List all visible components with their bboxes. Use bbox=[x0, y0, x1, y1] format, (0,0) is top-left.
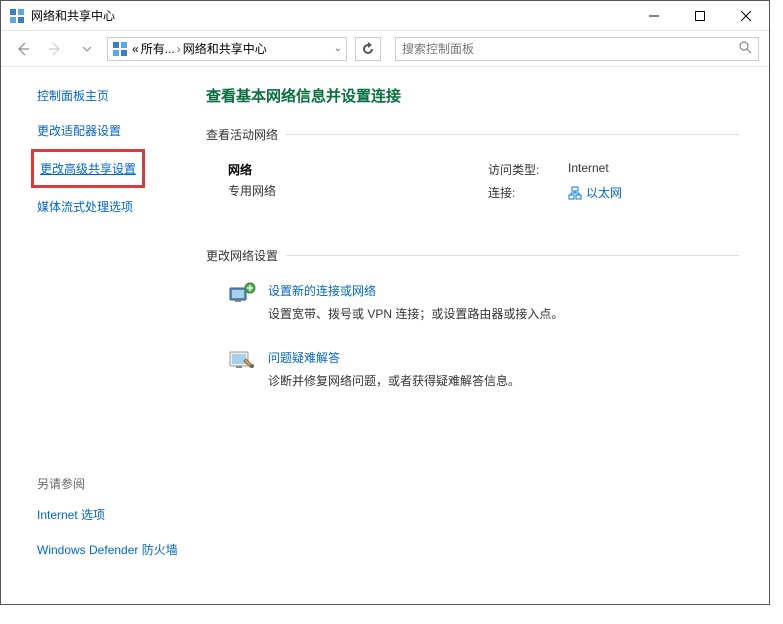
main: 查看基本网络信息并设置连接 查看活动网络 网络 专用网络 访问类型: Inter… bbox=[196, 67, 769, 604]
address-icon bbox=[112, 41, 128, 57]
window-controls bbox=[631, 1, 769, 31]
setup-connection-desc: 设置宽带、拨号或 VPN 连接；或设置路由器或接入点。 bbox=[268, 305, 563, 323]
refresh-button[interactable] bbox=[355, 37, 381, 61]
setup-connection-link[interactable]: 设置新的连接或网络 bbox=[268, 282, 563, 299]
troubleshoot-link[interactable]: 问题疑难解答 bbox=[268, 349, 520, 366]
sidebar-bottom: 另请参阅 Internet 选项 Windows Defender 防火墙 bbox=[1, 475, 196, 594]
setup-connection-item: 设置新的连接或网络 设置宽带、拨号或 VPN 连接；或设置路由器或接入点。 bbox=[206, 282, 739, 323]
connection-value: 以太网 bbox=[586, 184, 622, 201]
change-settings-title: 更改网络设置 bbox=[206, 247, 278, 264]
network-details: 访问类型: Internet 连接: bbox=[488, 161, 622, 207]
page-title: 查看基本网络信息并设置连接 bbox=[206, 85, 739, 106]
sidebar-sharing-link[interactable]: 更改高级共享设置 bbox=[40, 160, 136, 177]
divider bbox=[286, 134, 739, 135]
toolbar: « 所有... › 网络和共享中心 ⌄ bbox=[1, 31, 769, 67]
network-name: 网络 bbox=[228, 161, 488, 178]
network-type: 专用网络 bbox=[228, 182, 488, 199]
back-button[interactable] bbox=[11, 37, 35, 61]
sidebar-top: 控制面板主页 更改适配器设置 更改高级共享设置 媒体流式处理选项 bbox=[1, 87, 196, 475]
chevron-right-icon: › bbox=[177, 42, 181, 56]
content: 控制面板主页 更改适配器设置 更改高级共享设置 媒体流式处理选项 另请参阅 In… bbox=[1, 67, 769, 604]
back-icon bbox=[15, 41, 31, 57]
search-input[interactable] bbox=[402, 42, 735, 56]
sidebar-adapter-link[interactable]: 更改适配器设置 bbox=[37, 122, 184, 139]
search-box[interactable] bbox=[395, 37, 759, 61]
sidebar-home-link[interactable]: 控制面板主页 bbox=[37, 87, 184, 104]
active-networks-title: 查看活动网络 bbox=[206, 126, 278, 143]
forward-icon bbox=[47, 41, 63, 57]
active-networks-header: 查看活动网络 bbox=[206, 126, 739, 143]
ethernet-icon bbox=[568, 186, 582, 200]
network-row: 网络 专用网络 访问类型: Internet 连接: bbox=[206, 161, 739, 207]
access-label: 访问类型: bbox=[488, 161, 548, 178]
sidebar: 控制面板主页 更改适配器设置 更改高级共享设置 媒体流式处理选项 另请参阅 In… bbox=[1, 67, 196, 604]
window-title: 网络和共享中心 bbox=[31, 7, 631, 24]
firewall-link[interactable]: Windows Defender 防火墙 bbox=[37, 541, 184, 558]
app-icon bbox=[9, 8, 25, 24]
search-icon[interactable] bbox=[739, 41, 752, 57]
see-also-title: 另请参阅 bbox=[37, 475, 184, 492]
network-identity: 网络 专用网络 bbox=[228, 161, 488, 207]
troubleshoot-desc: 诊断并修复网络问题，或者获得疑难解答信息。 bbox=[268, 372, 520, 390]
maximize-icon bbox=[695, 11, 705, 21]
troubleshoot-item: 问题疑难解答 诊断并修复网络问题，或者获得疑难解答信息。 bbox=[206, 349, 739, 390]
maximize-button[interactable] bbox=[677, 1, 723, 31]
titlebar: 网络和共享中心 bbox=[1, 1, 769, 31]
internet-options-link[interactable]: Internet 选项 bbox=[37, 506, 184, 523]
divider bbox=[286, 255, 739, 256]
window: 网络和共享中心 « bbox=[0, 0, 770, 605]
highlight-box: 更改高级共享设置 bbox=[31, 149, 145, 188]
change-settings-header: 更改网络设置 bbox=[206, 247, 739, 264]
forward-button[interactable] bbox=[43, 37, 67, 61]
address-dropdown-icon[interactable]: ⌄ bbox=[334, 43, 342, 54]
breadcrumb-part[interactable]: 网络和共享中心 bbox=[183, 40, 267, 57]
breadcrumb-prefix: « bbox=[132, 42, 139, 56]
refresh-icon bbox=[361, 42, 375, 56]
recent-button[interactable] bbox=[75, 37, 99, 61]
sidebar-media-link[interactable]: 媒体流式处理选项 bbox=[37, 198, 184, 215]
address-bar[interactable]: « 所有... › 网络和共享中心 ⌄ bbox=[107, 37, 347, 61]
minimize-icon bbox=[649, 11, 659, 21]
breadcrumb: « 所有... › 网络和共享中心 bbox=[132, 40, 267, 57]
breadcrumb-part[interactable]: 所有... bbox=[141, 40, 175, 57]
chevron-down-icon bbox=[82, 44, 92, 54]
close-icon bbox=[741, 11, 751, 21]
access-value: Internet bbox=[568, 161, 609, 178]
setup-connection-icon bbox=[228, 282, 256, 304]
connection-label: 连接: bbox=[488, 184, 548, 201]
troubleshoot-icon bbox=[228, 349, 256, 371]
minimize-button[interactable] bbox=[631, 1, 677, 31]
close-button[interactable] bbox=[723, 1, 769, 31]
connection-link[interactable]: 以太网 bbox=[568, 184, 622, 201]
